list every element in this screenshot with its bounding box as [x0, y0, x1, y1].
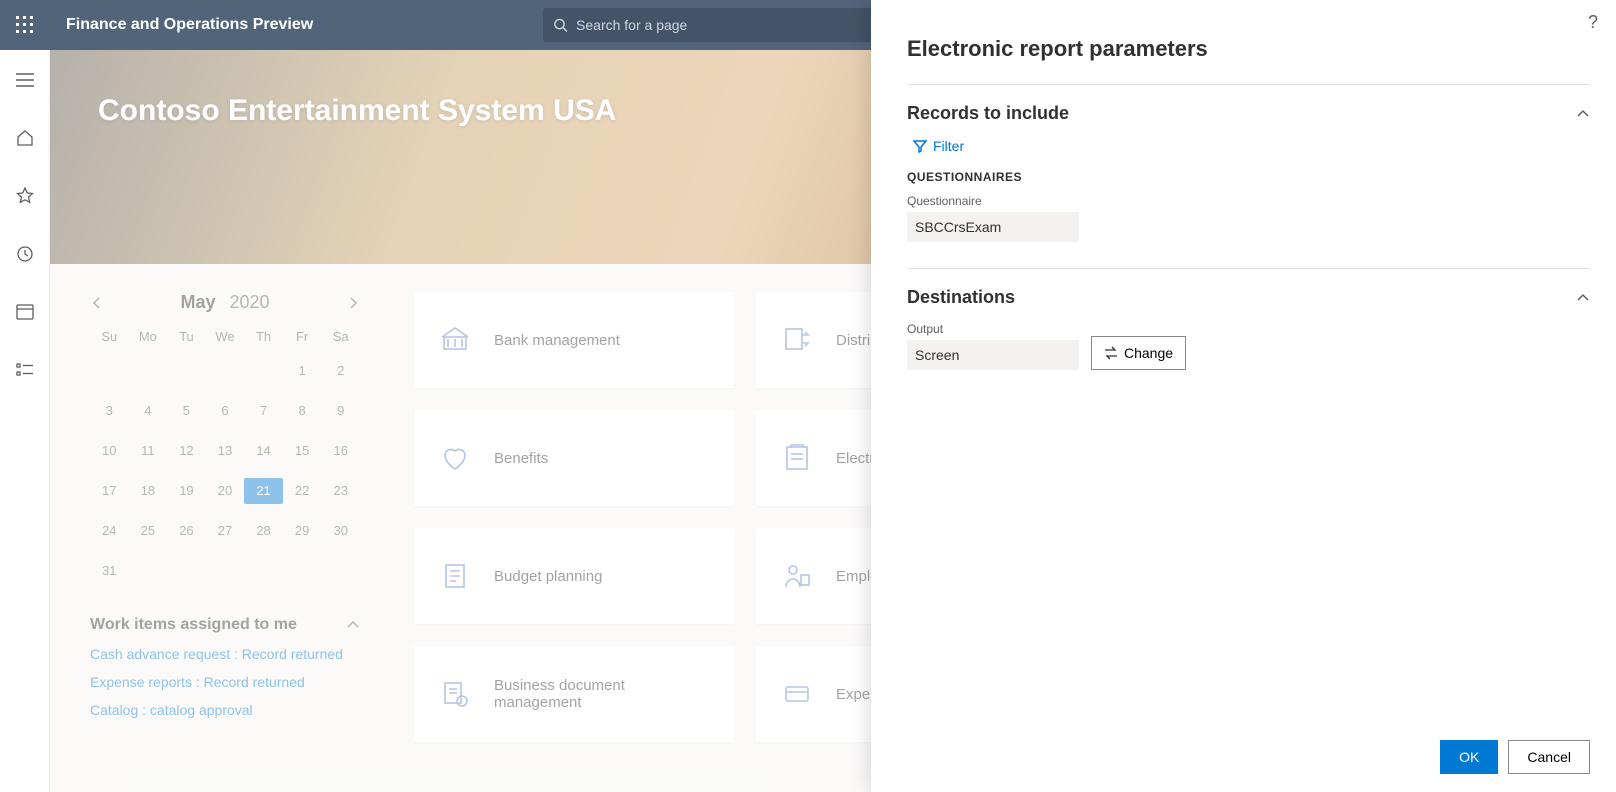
nav-workspaces-button[interactable] — [7, 294, 43, 330]
app-title: Finance and Operations Preview — [50, 16, 313, 34]
panel-title: Electronic report parameters — [907, 36, 1590, 62]
help-button[interactable]: ? — [1588, 12, 1598, 33]
output-label: Output — [907, 322, 1079, 336]
questionnaires-heading: QUESTIONNAIRES — [907, 170, 1590, 184]
filter-link[interactable]: Filter — [913, 138, 1590, 154]
waffle-icon — [16, 16, 34, 34]
questionnaire-input[interactable] — [907, 212, 1079, 242]
output-input[interactable] — [907, 340, 1079, 370]
change-button[interactable]: Change — [1091, 336, 1186, 370]
cancel-button[interactable]: Cancel — [1508, 740, 1590, 774]
nav-home-button[interactable] — [7, 120, 43, 156]
search-box[interactable] — [543, 8, 883, 42]
hamburger-icon — [16, 73, 34, 87]
chevron-up-icon — [1576, 107, 1590, 121]
chevron-up-icon — [1576, 291, 1590, 305]
swap-icon — [1104, 346, 1118, 360]
workspace-icon — [16, 304, 34, 320]
modules-icon — [16, 363, 34, 377]
nav-expand-button[interactable] — [7, 62, 43, 98]
star-icon — [16, 187, 34, 205]
home-icon — [16, 129, 34, 147]
left-nav-rail — [0, 50, 50, 792]
questionnaire-label: Questionnaire — [907, 194, 1590, 208]
filter-icon — [913, 139, 927, 153]
search-input[interactable] — [576, 17, 873, 33]
nav-modules-button[interactable] — [7, 352, 43, 388]
app-launcher-button[interactable] — [0, 0, 50, 50]
clock-icon — [16, 245, 34, 263]
destinations-section-header[interactable]: Destinations — [907, 268, 1590, 308]
nav-favorites-button[interactable] — [7, 178, 43, 214]
nav-recent-button[interactable] — [7, 236, 43, 272]
search-icon — [553, 17, 568, 33]
report-params-panel: ? Electronic report parameters Records t… — [871, 0, 1616, 792]
records-section-header[interactable]: Records to include — [907, 84, 1590, 124]
ok-button[interactable]: OK — [1440, 740, 1498, 774]
